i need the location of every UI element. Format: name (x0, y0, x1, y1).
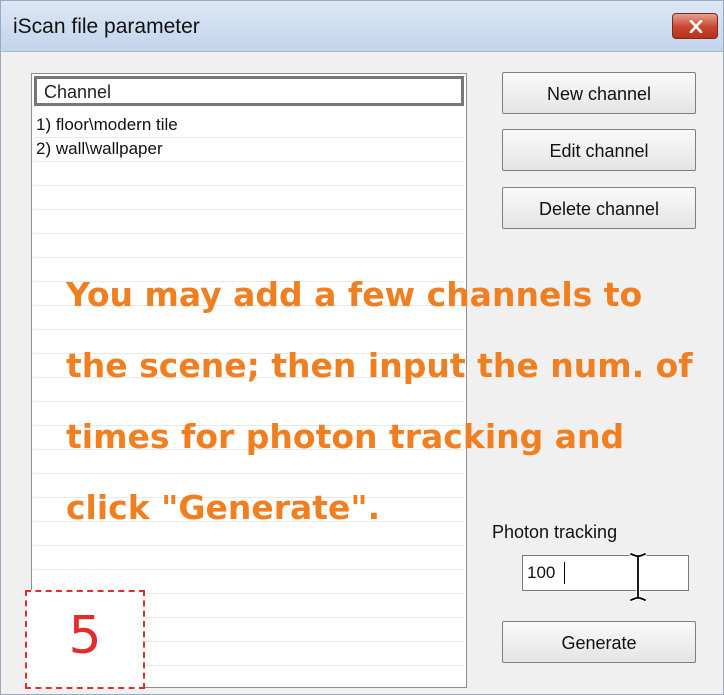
list-item[interactable]: 1) floor\modern tile (34, 114, 464, 138)
annotation-line: times for photon tracking and (66, 417, 625, 456)
dialog-window: iScan file parameter Channel 1) floor\mo… (0, 0, 724, 695)
empty-row[interactable] (34, 210, 464, 234)
generate-button[interactable]: Generate (502, 621, 696, 663)
delete-channel-button[interactable]: Delete channel (502, 187, 696, 229)
channel-column-header[interactable]: Channel (34, 76, 464, 106)
ibeam-cursor-icon (629, 552, 647, 602)
close-icon (689, 20, 703, 33)
empty-row[interactable] (34, 186, 464, 210)
list-item[interactable]: 2) wall\wallpaper (34, 138, 464, 162)
text-caret (564, 562, 565, 584)
empty-row[interactable] (34, 162, 464, 186)
step-number-badge: 5 (25, 590, 145, 689)
photon-tracking-input[interactable] (522, 555, 689, 591)
close-button[interactable] (672, 13, 718, 39)
edit-channel-button[interactable]: Edit channel (502, 129, 696, 171)
empty-row[interactable] (34, 234, 464, 258)
empty-row[interactable] (34, 546, 464, 570)
annotation-line: the scene; then input the num. of (66, 346, 693, 385)
annotation-line: You may add a few channels to (66, 275, 643, 314)
new-channel-button[interactable]: New channel (502, 72, 696, 114)
window-title: iScan file parameter (13, 15, 200, 38)
step-number: 5 (68, 606, 102, 666)
instruction-annotation: You may add a few channels to the scene;… (66, 259, 716, 543)
channel-column-label: Channel (44, 82, 112, 102)
title-bar[interactable]: iScan file parameter (1, 1, 723, 52)
photon-tracking-label: Photon tracking (492, 522, 618, 542)
annotation-line: click "Generate". (66, 488, 381, 527)
